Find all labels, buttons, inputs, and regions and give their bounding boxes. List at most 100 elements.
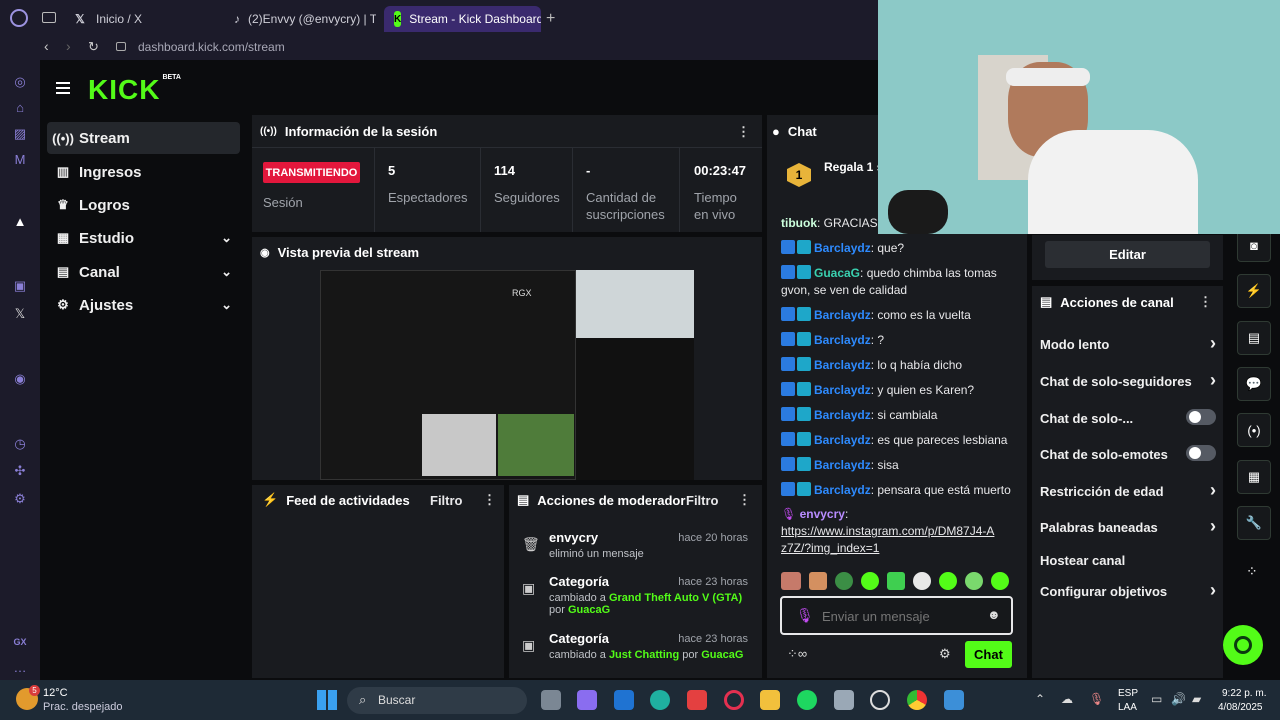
channel-action-item[interactable]: Configurar objetivos › (1040, 580, 1216, 600)
channel-action-item[interactable]: Restricción de edad › (1040, 480, 1216, 500)
edge-icon[interactable] (650, 690, 670, 710)
gx-icon[interactable]: GX (12, 634, 28, 650)
battery-icon[interactable]: ▰ (1192, 692, 1201, 706)
session-menu-icon[interactable]: ⋮ (737, 124, 750, 140)
task-view-icon[interactable] (541, 690, 561, 710)
emote-icon[interactable] (913, 572, 931, 590)
nav-stream[interactable]: ((•)) Stream (47, 122, 240, 154)
chat-username[interactable]: Barclaydz (814, 483, 871, 497)
windows-start-icon[interactable] (317, 690, 337, 710)
twitch-icon[interactable]: ▣ (12, 278, 28, 294)
emote-icon[interactable] (965, 572, 983, 590)
chat-input[interactable] (822, 606, 982, 626)
chat-username[interactable]: Barclaydz (814, 308, 871, 322)
tab-kick-dashboard[interactable]: K Stream - Kick Dashboard (384, 6, 541, 32)
nav-ajustes[interactable]: ⚙ Ajustes ⌄ (47, 289, 240, 321)
edit-button[interactable]: Editar (1045, 241, 1210, 268)
emoji-icon[interactable]: ☻ (987, 607, 1001, 622)
mod-filter-button[interactable]: Filtro (686, 493, 719, 508)
chat-settings-icon[interactable]: ⚙ (939, 646, 951, 662)
player-icon[interactable]: ◉ (12, 371, 28, 387)
channel-action-item[interactable]: Hostear canal (1040, 553, 1216, 568)
tabs-icon[interactable]: ▨ (12, 126, 28, 142)
support-button[interactable] (1223, 625, 1263, 665)
app-icon[interactable] (870, 690, 890, 710)
tray-cloud-icon[interactable]: ☁ (1061, 692, 1073, 706)
chrome-icon[interactable] (907, 690, 927, 710)
history-icon[interactable]: ◷ (12, 436, 28, 452)
taskbar-search[interactable]: ⌕ Buscar (347, 687, 527, 714)
emote-icon[interactable] (835, 572, 853, 590)
extensions-icon[interactable]: ✣ (12, 463, 28, 479)
toggle-switch[interactable] (1186, 445, 1216, 461)
back-icon[interactable]: ‹ (44, 38, 49, 54)
tab-x[interactable]: 𝕏 Inicio / X (62, 6, 218, 32)
chat-send-button[interactable]: Chat (965, 641, 1012, 668)
app-icon[interactable] (944, 690, 964, 710)
points-icon[interactable]: ⁘∞ (787, 646, 807, 662)
channel-action-item[interactable]: Chat de solo-seguidores › (1040, 370, 1216, 390)
nav-canal[interactable]: ▤ Canal ⌄ (47, 256, 240, 288)
emote-icon[interactable] (991, 572, 1009, 590)
chat-username[interactable]: Barclaydz (814, 433, 871, 447)
emote-icon[interactable] (861, 572, 879, 590)
messenger-icon[interactable]: M (12, 152, 28, 168)
tools-button[interactable]: 🔧 (1237, 506, 1271, 540)
emote-icon[interactable] (781, 572, 801, 590)
channel-action-item[interactable]: Palabras baneadas › (1040, 516, 1216, 536)
channel-action-item[interactable]: Modo lento › (1040, 333, 1216, 353)
tab-manager-icon[interactable] (42, 12, 56, 23)
settings-icon[interactable]: ⚙ (12, 491, 28, 507)
url-field[interactable]: dashboard.kick.com/stream (138, 40, 285, 54)
chat-username[interactable]: Barclaydz (814, 458, 871, 472)
chat-popout-button[interactable]: 💬 (1237, 367, 1271, 401)
channel-menu-icon[interactable]: ⋮ (1199, 294, 1212, 310)
clock-date[interactable]: 4/08/2025 (1218, 702, 1263, 713)
quick-action-button[interactable]: ⚡ (1237, 274, 1271, 308)
activity-menu-icon[interactable]: ⋮ (483, 492, 496, 508)
opera-gx-icon[interactable] (724, 690, 744, 710)
network-icon[interactable]: ▭ (1151, 692, 1162, 706)
chat-username[interactable]: Barclaydz (814, 333, 871, 347)
bookmark-icon[interactable]: ▲ (12, 214, 28, 230)
file-explorer-icon[interactable] (760, 690, 780, 710)
chat-username[interactable]: Barclaydz (814, 383, 871, 397)
chat-username[interactable]: Barclaydz (814, 358, 871, 372)
app-icon[interactable] (834, 690, 854, 710)
nav-estudio[interactable]: ▦ Estudio ⌄ (47, 222, 240, 254)
copilot-icon[interactable] (577, 690, 597, 710)
app-icon[interactable] (687, 690, 707, 710)
more-icon[interactable]: … (12, 660, 28, 676)
mod-menu-icon[interactable]: ⋮ (738, 492, 751, 508)
activity-filter-button[interactable]: Filtro (430, 493, 463, 508)
chat-input-box[interactable]: 🎙 ☻ (780, 596, 1013, 635)
language-code[interactable]: ESP (1118, 688, 1138, 699)
channel-action-item[interactable]: Chat de solo-... (1040, 409, 1216, 426)
chat-username[interactable]: tibuok (781, 216, 817, 230)
forward-icon[interactable]: › (66, 38, 71, 54)
emote-icon[interactable] (939, 572, 957, 590)
nav-ingresos[interactable]: ▥ Ingresos (47, 156, 240, 188)
chat-link[interactable]: https://www.instagram.com/p/DM87J4-Az7Z/… (781, 523, 996, 557)
language-layout[interactable]: LAA (1118, 702, 1137, 713)
new-tab-icon[interactable]: + (546, 10, 555, 28)
chat-username[interactable]: Barclaydz (814, 408, 871, 422)
x-sidebar-icon[interactable]: 𝕏 (12, 306, 28, 322)
tab-tiktok[interactable]: ♪ (2)Envvy (@envycry) | Ti (224, 6, 376, 32)
aria-icon[interactable]: ◎ (12, 74, 28, 90)
clock-time[interactable]: 9:22 p. m. (1222, 688, 1266, 699)
outlook-icon[interactable] (614, 690, 634, 710)
more-dots-icon[interactable]: ⁘ (1246, 563, 1258, 580)
kick-logo[interactable]: KICK BETA (88, 74, 181, 106)
toggle-switch[interactable] (1186, 409, 1216, 425)
stream-preview-video[interactable]: RGX (320, 270, 694, 480)
volume-icon[interactable]: 🔊 (1171, 692, 1186, 706)
reload-icon[interactable]: ↻ (88, 39, 99, 55)
channel-action-item[interactable]: Chat de solo-emotes (1040, 445, 1216, 462)
emote-icon[interactable] (809, 572, 827, 590)
notes-button[interactable]: ▤ (1237, 321, 1271, 355)
tray-mic-icon[interactable]: 🎙 (1089, 692, 1104, 706)
menu-icon[interactable] (56, 82, 70, 94)
chat-username[interactable]: Barclaydz (814, 241, 871, 255)
emote-icon[interactable] (887, 572, 905, 590)
